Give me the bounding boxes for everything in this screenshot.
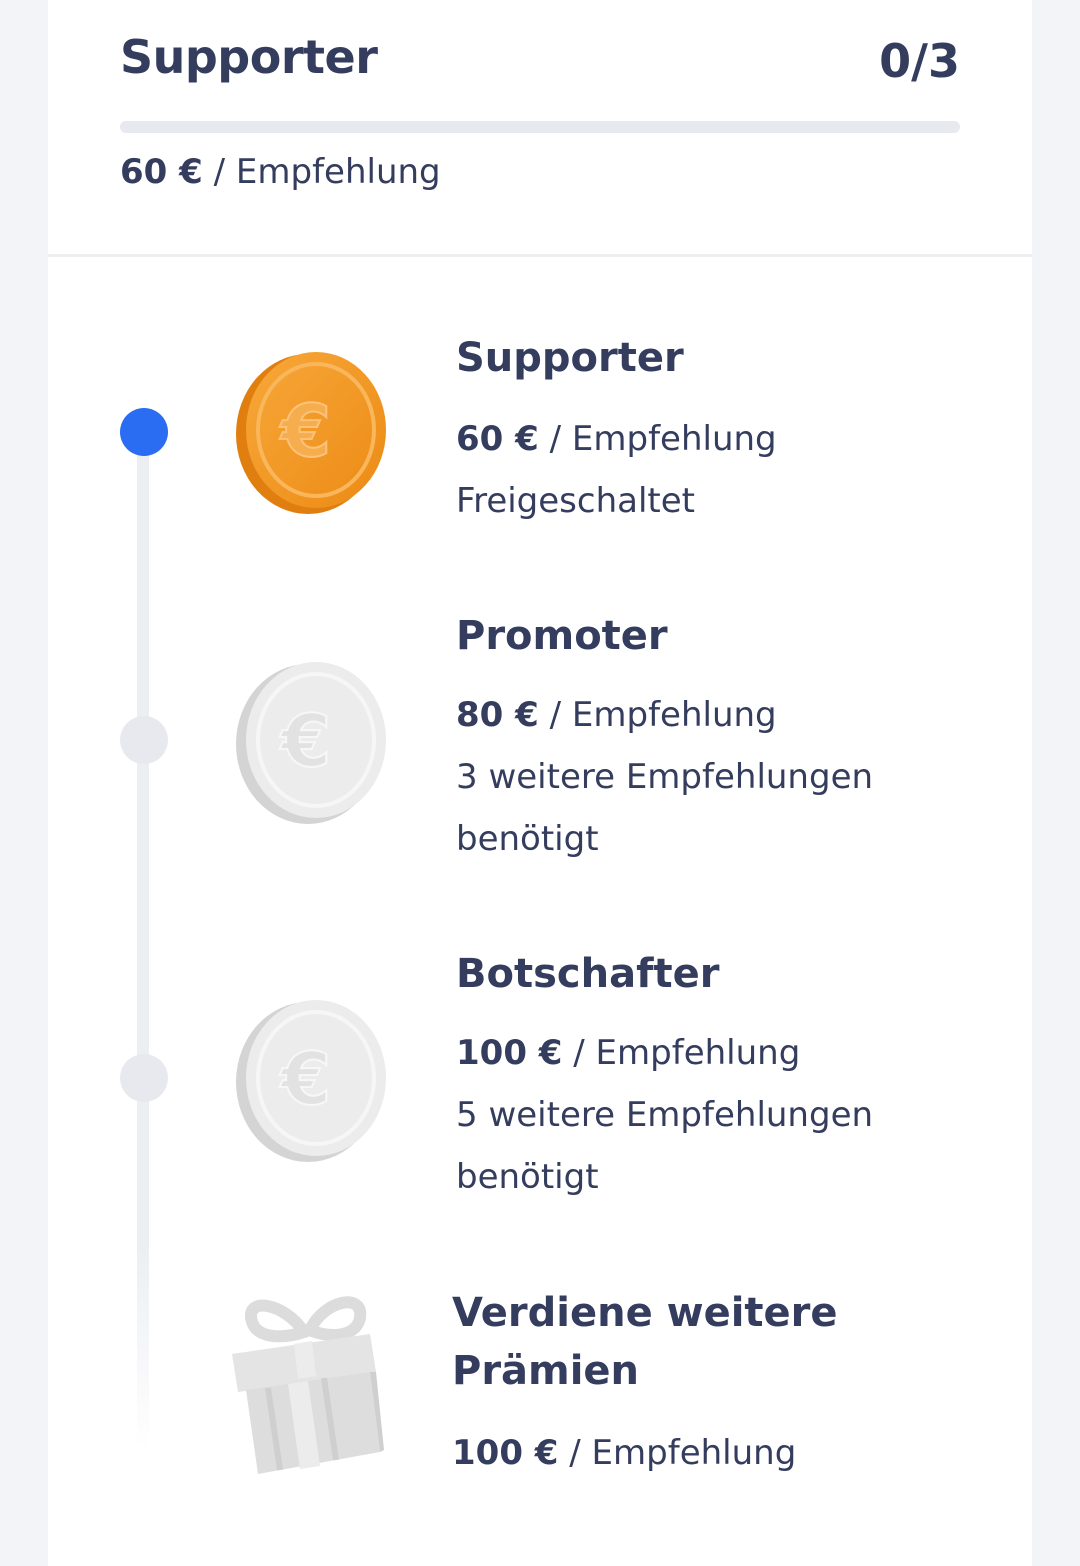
- tier-supporter: Supporter 60 € / Empfehlung Freigeschalt…: [456, 330, 976, 532]
- silver-euro-coin-icon: €: [236, 1000, 386, 1162]
- tier-status: Freigeschaltet: [456, 481, 695, 521]
- svg-text:€: €: [279, 389, 331, 473]
- tier-rate-suffix: / Empfehlung: [562, 1033, 801, 1073]
- tier-status-line2: benötigt: [456, 1157, 599, 1197]
- tier-rate-suffix: / Empfehlung: [538, 419, 777, 459]
- current-level-header: Supporter 0/3 60 € / Empfehlung: [48, 0, 1032, 254]
- tier-rate-amount: 60 €: [456, 419, 539, 459]
- current-rate-suffix: / Empfehlung: [202, 152, 441, 192]
- gift-icon: [232, 1296, 384, 1474]
- tier-more-rewards: Verdiene weitere Prämien 100 € / Empfehlu…: [452, 1284, 972, 1484]
- current-rate: 60 € / Empfehlung: [120, 152, 441, 192]
- tier-title: Supporter: [456, 335, 684, 381]
- tier-status-line2: benötigt: [456, 819, 599, 859]
- timeline-dot-botschafter: [120, 1054, 168, 1102]
- tier-botschafter: Botschafter 100 € / Empfehlung 5 weitere…: [456, 946, 976, 1208]
- svg-text:€: €: [279, 699, 331, 783]
- tier-rate: 100 € / Empfehlung: [456, 1022, 976, 1084]
- tier-promoter: Promoter 80 € / Empfehlung 3 weitere Emp…: [456, 608, 976, 870]
- current-rate-amount: 60 €: [120, 152, 203, 192]
- tier-title: Verdiene weitere Prämien: [452, 1284, 972, 1400]
- divider: [48, 254, 1032, 257]
- rewards-card: Supporter 0/3 60 € / Empfehlung € Suppor…: [48, 0, 1032, 1566]
- timeline-dot-supporter: [120, 408, 168, 456]
- tier-rate-amount: 80 €: [456, 695, 539, 735]
- timeline-line: [137, 432, 149, 1450]
- tier-status-line1: 5 weitere Empfehlungen: [456, 1095, 874, 1135]
- gold-euro-coin-icon: €: [236, 352, 386, 514]
- tier-rate-amount: 100 €: [452, 1433, 559, 1473]
- svg-text:€: €: [279, 1037, 331, 1121]
- timeline-dot-promoter: [120, 716, 168, 764]
- tier-rate-suffix: / Empfehlung: [538, 695, 777, 735]
- tier-status: 5 weitere Empfehlungen benötigt: [456, 1084, 976, 1208]
- current-level-title: Supporter: [120, 30, 378, 84]
- tier-status-line1: 3 weitere Empfehlungen: [456, 757, 874, 797]
- tier-title-line1: Verdiene weitere: [452, 1290, 838, 1336]
- tier-status: 3 weitere Empfehlungen benötigt: [456, 746, 976, 870]
- silver-euro-coin-icon: €: [236, 662, 386, 824]
- referral-count: 0/3: [879, 34, 960, 88]
- tier-rate: 80 € / Empfehlung: [456, 684, 976, 746]
- tier-title: Botschafter: [456, 951, 720, 997]
- tier-rate-amount: 100 €: [456, 1033, 563, 1073]
- tier-rate-suffix: / Empfehlung: [558, 1433, 797, 1473]
- tier-rate: 60 € / Empfehlung: [456, 408, 976, 470]
- tier-title-line2: Prämien: [452, 1348, 640, 1394]
- level-progress-bar: [120, 121, 960, 133]
- tier-title: Promoter: [456, 613, 668, 659]
- tier-rate: 100 € / Empfehlung: [452, 1422, 972, 1484]
